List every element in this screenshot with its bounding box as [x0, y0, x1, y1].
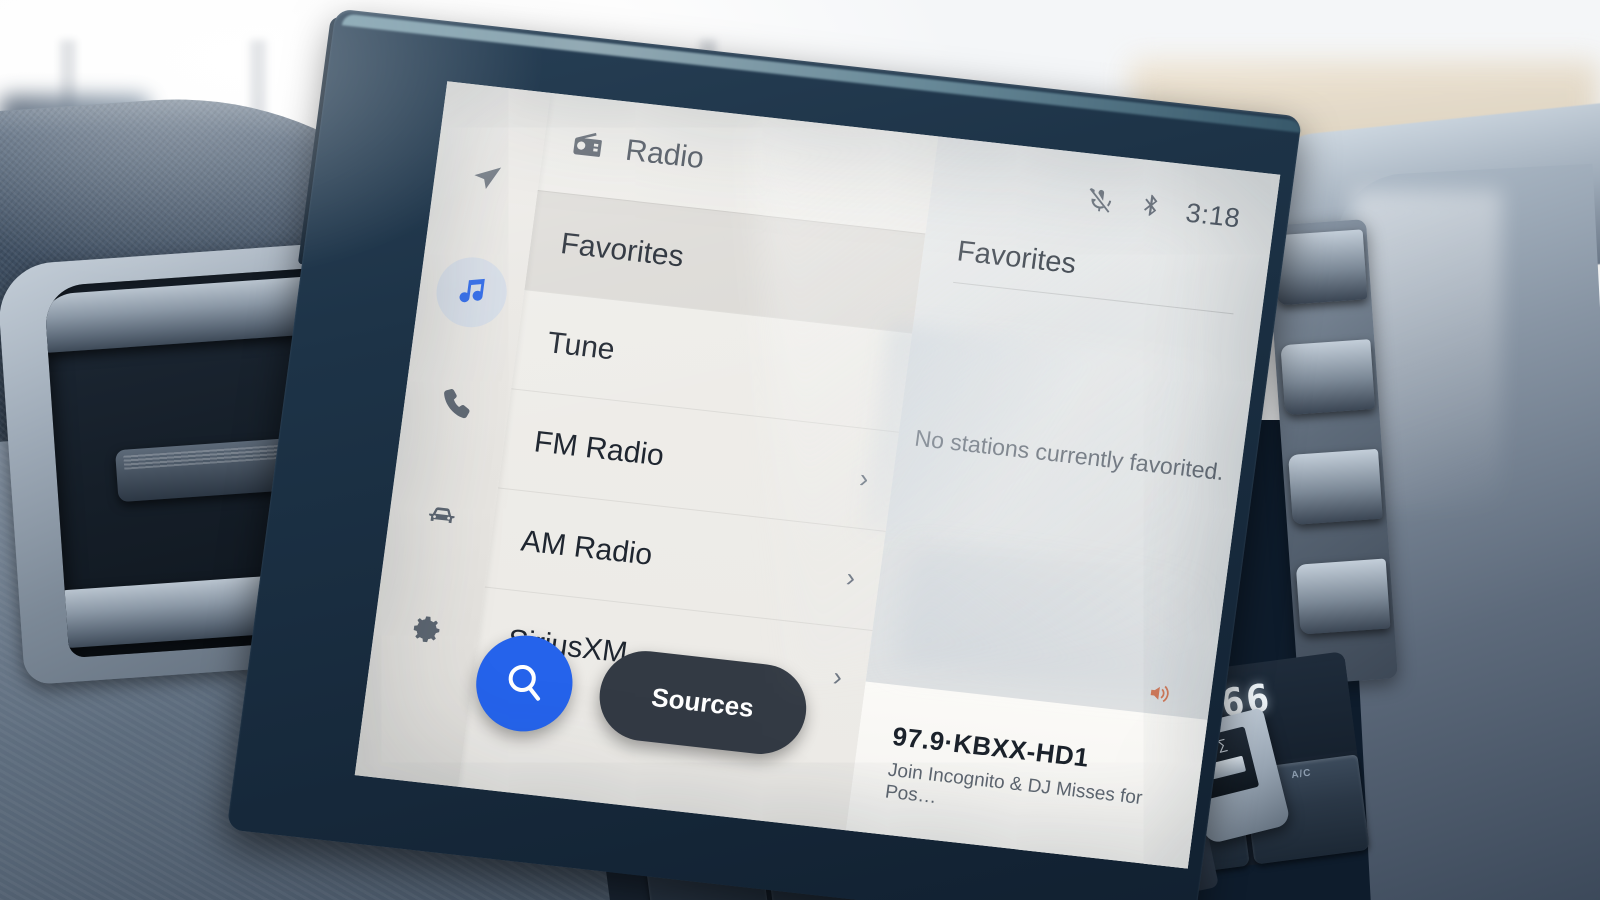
- infotainment-head-unit[interactable]: Radio Favorites › Tune › FM Radio ›: [221, 8, 1306, 900]
- speaker-playing-icon: [1144, 679, 1174, 713]
- phone-icon: [437, 384, 476, 426]
- navigation-arrow-icon: [467, 158, 506, 200]
- menu-item-label: Tune: [545, 325, 617, 366]
- bluetooth-icon: [1134, 191, 1166, 227]
- menu-item-label: AM Radio: [519, 523, 655, 572]
- chevron-right-icon: ›: [831, 661, 844, 692]
- empty-state-message: No stations currently favorited.: [913, 424, 1226, 485]
- menu-item-label: Favorites: [558, 226, 686, 274]
- sidebar-item-media[interactable]: [432, 253, 512, 331]
- search-icon: [499, 657, 549, 710]
- vent-blade[interactable]: [1280, 339, 1376, 416]
- car-icon: [422, 497, 461, 539]
- sidebar-item-settings[interactable]: [387, 593, 466, 670]
- chevron-right-icon: ›: [844, 561, 858, 593]
- status-clock: 3:18: [1183, 197, 1243, 233]
- radio-icon: [567, 125, 606, 167]
- menu-item-label: FM Radio: [532, 424, 666, 473]
- chevron-right-icon: ›: [857, 462, 871, 494]
- music-note-icon: [452, 271, 491, 313]
- sidebar-item-vehicle[interactable]: [402, 480, 481, 557]
- vent-blade[interactable]: [1295, 558, 1391, 635]
- sources-button-label: Sources: [649, 681, 756, 723]
- page-title: Radio: [623, 133, 706, 176]
- screen-bezel: Radio Favorites › Tune › FM Radio ›: [226, 8, 1303, 900]
- now-playing-bar[interactable]: 97.9·KBXX-HD1 Join Incognito & DJ Misses…: [845, 679, 1208, 869]
- sidebar-item-navigation[interactable]: [447, 141, 526, 218]
- touchscreen-display[interactable]: Radio Favorites › Tune › FM Radio ›: [354, 81, 1281, 869]
- vent-blade[interactable]: [1288, 448, 1383, 525]
- car-interior-scene: 67 66 REAR 💧 ♯ ♯ REAR SYNC MODE A/C ⋯ ♫ …: [0, 0, 1600, 900]
- sidebar-item-phone[interactable]: [417, 367, 496, 444]
- microphone-muted-icon: [1084, 185, 1116, 221]
- gear-icon: [407, 610, 446, 652]
